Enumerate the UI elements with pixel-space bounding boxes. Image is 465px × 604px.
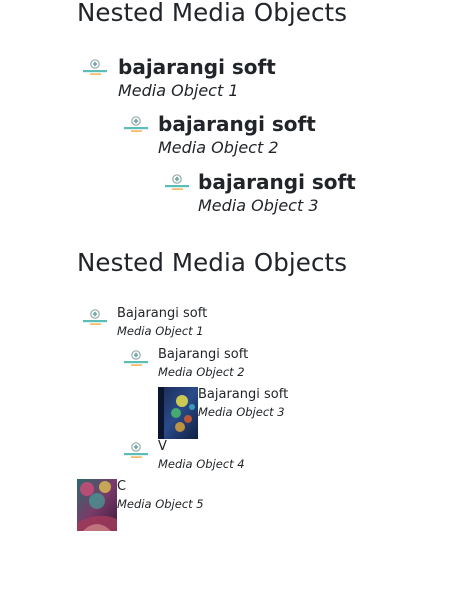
media-object-1: bajarangi soft Media Object 1 bbox=[81, 55, 276, 101]
media-title: Bajarangi soft bbox=[158, 347, 249, 362]
section-heading: Nested Media Objects bbox=[77, 248, 348, 277]
media-title: bajarangi soft bbox=[118, 55, 276, 79]
media-subtitle: Media Object 1 bbox=[118, 81, 239, 100]
media-object-4: V Media Object 4 bbox=[122, 439, 245, 479]
photo-thumbnail bbox=[158, 387, 198, 439]
media-subtitle: Media Object 1 bbox=[117, 324, 204, 338]
media-object-3: bajarangi soft Media Object 3 bbox=[163, 170, 356, 216]
bajarangi-soft-logo bbox=[124, 442, 148, 458]
media-object-5: C Media Object 5 bbox=[77, 479, 204, 531]
media-object-2: bajarangi soft Media Object 2 bbox=[122, 112, 316, 158]
media-subtitle: Media Object 5 bbox=[117, 497, 204, 511]
media-title: Bajarangi soft bbox=[198, 387, 289, 402]
bajarangi-soft-logo bbox=[165, 174, 189, 190]
media-title: bajarangi soft bbox=[198, 170, 356, 194]
media-subtitle: Media Object 3 bbox=[198, 196, 319, 215]
media-subtitle: Media Object 2 bbox=[158, 365, 245, 379]
media-object-1: Bajarangi soft Media Object 1 bbox=[81, 306, 207, 346]
media-title: C bbox=[117, 479, 127, 494]
media-subtitle: Media Object 2 bbox=[158, 138, 279, 157]
media-title: bajarangi soft bbox=[158, 112, 316, 136]
media-title: Bajarangi soft bbox=[117, 306, 208, 321]
bajarangi-soft-logo bbox=[124, 350, 148, 366]
photo-thumbnail bbox=[77, 479, 117, 531]
bajarangi-soft-logo bbox=[83, 59, 107, 75]
media-object-3: Bajarangi soft Media Object 3 bbox=[158, 387, 288, 439]
media-title: V bbox=[158, 439, 167, 454]
bajarangi-soft-logo bbox=[124, 116, 148, 132]
media-object-2: Bajarangi soft Media Object 2 bbox=[122, 347, 248, 387]
section-heading: Nested Media Objects bbox=[77, 0, 348, 27]
media-subtitle: Media Object 3 bbox=[198, 405, 285, 419]
bajarangi-soft-logo bbox=[83, 309, 107, 325]
media-subtitle: Media Object 4 bbox=[158, 457, 245, 471]
